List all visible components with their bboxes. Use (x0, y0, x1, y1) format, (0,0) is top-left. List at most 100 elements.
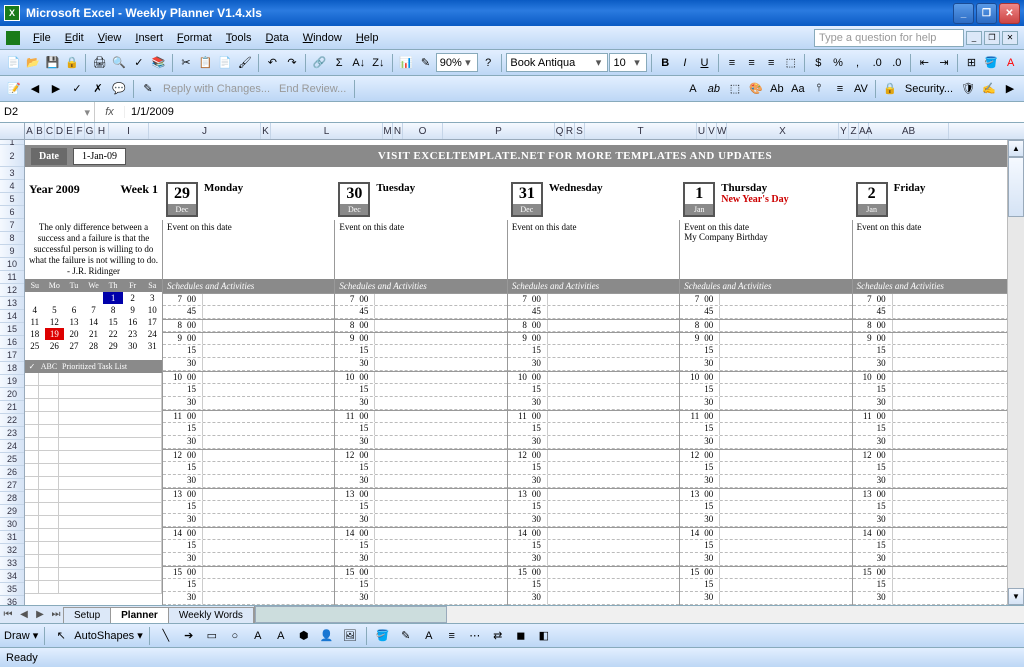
font-color-draw-button[interactable]: A (419, 626, 439, 646)
worksheet-content[interactable]: Date 1-Jan-09 VISIT EXCELTEMPLATE.NET FO… (25, 140, 1024, 605)
copy-button[interactable]: 📋 (196, 53, 215, 73)
increase-decimal-button[interactable]: .0 (868, 53, 887, 73)
diagram-button[interactable]: ⬢ (294, 626, 314, 646)
event-cell-thursday[interactable]: Event on this date My Company Birthday (679, 220, 851, 279)
task-row[interactable] (25, 425, 162, 438)
row-header-29[interactable]: 29 (0, 505, 24, 518)
gallery-button[interactable]: ⬚ (725, 79, 745, 99)
row-header-24[interactable]: 24 (0, 440, 24, 453)
clipart-button[interactable]: 👤 (317, 626, 337, 646)
fx-icon[interactable]: fx (95, 106, 125, 118)
currency-button[interactable]: $ (809, 53, 828, 73)
arrow-button[interactable]: ➔ (179, 626, 199, 646)
textbox-button[interactable]: A (248, 626, 268, 646)
row-header-4[interactable]: 4 (0, 180, 24, 193)
col-header-T[interactable]: T (585, 123, 697, 139)
row-header-2[interactable]: 2 (0, 145, 24, 167)
sort-asc-button[interactable]: A↓ (349, 53, 368, 73)
row-header-16[interactable]: 16 (0, 336, 24, 349)
borders-button[interactable]: ⊞ (962, 53, 981, 73)
schedule-column-tuesday[interactable]: 7004580090015301000153011001530120015301… (334, 293, 506, 605)
horizontal-scrollbar[interactable] (254, 606, 1024, 623)
task-row[interactable] (25, 412, 162, 425)
tab-prev-button[interactable]: ◀ (16, 609, 32, 620)
security-button[interactable]: Security... (901, 83, 957, 95)
row-header-35[interactable]: 35 (0, 583, 24, 596)
decrease-decimal-button[interactable]: .0 (887, 53, 906, 73)
row-header-8[interactable]: 8 (0, 232, 24, 245)
event-cell-wednesday[interactable]: Event on this date (507, 220, 679, 279)
scroll-thumb[interactable] (1008, 157, 1024, 217)
bold-button[interactable]: B (656, 53, 675, 73)
print-button[interactable]: 🖨 (90, 53, 109, 73)
worksheet-area[interactable]: 1234567891011121314151617181920212223242… (0, 140, 1024, 605)
row-header-5[interactable]: 5 (0, 193, 24, 206)
row-header-33[interactable]: 33 (0, 557, 24, 570)
format-painter-button[interactable]: 🖌 (236, 53, 255, 73)
task-row[interactable] (25, 373, 162, 386)
menu-view[interactable]: View (91, 29, 129, 47)
task-row[interactable] (25, 477, 162, 490)
scroll-up-button[interactable]: ▲ (1008, 140, 1024, 157)
schedule-column-monday[interactable]: 7004580090015301000153011001530120015301… (162, 293, 334, 605)
col-header-Q[interactable]: Q (555, 123, 565, 139)
font-name-select[interactable]: Book Antiqua▾ (506, 53, 608, 72)
underline-button[interactable]: U (695, 53, 714, 73)
row-header-9[interactable]: 9 (0, 245, 24, 258)
row-header-21[interactable]: 21 (0, 401, 24, 414)
row-header-23[interactable]: 23 (0, 427, 24, 440)
alignment-button[interactable]: ≡ (830, 79, 850, 99)
increase-indent-button[interactable]: ⇥ (935, 53, 954, 73)
draw-menu[interactable]: Draw ▾ (4, 629, 38, 642)
rectangle-button[interactable]: ▭ (202, 626, 222, 646)
end-review-button[interactable]: End Review... (275, 83, 350, 95)
col-header-V[interactable]: V (707, 123, 717, 139)
shadow-button[interactable]: ◼ (511, 626, 531, 646)
line-color-button[interactable]: ✎ (396, 626, 416, 646)
row-header-30[interactable]: 30 (0, 518, 24, 531)
vb-button[interactable]: ▶ (1000, 79, 1020, 99)
menu-edit[interactable]: Edit (58, 29, 91, 47)
sheet-tab-setup[interactable]: Setup (63, 607, 111, 623)
reject-button[interactable]: ✗ (88, 79, 108, 99)
event-cell-monday[interactable]: Event on this date (162, 220, 334, 279)
date-value-cell[interactable]: 1-Jan-09 (73, 148, 126, 165)
row-header-20[interactable]: 20 (0, 388, 24, 401)
row-header-22[interactable]: 22 (0, 414, 24, 427)
col-header-AA[interactable]: AA (859, 123, 869, 139)
event-cell-tuesday[interactable]: Event on this date (334, 220, 506, 279)
show-changes-button[interactable]: 📝 (4, 79, 24, 99)
col-header-E[interactable]: E (65, 123, 75, 139)
task-row[interactable] (25, 542, 162, 555)
autosum-button[interactable]: Σ (330, 53, 349, 73)
open-button[interactable]: 📂 (24, 53, 43, 73)
row-header-12[interactable]: 12 (0, 284, 24, 297)
select-objects-button[interactable]: ↖ (51, 626, 71, 646)
fill-color-button[interactable]: 🪣 (982, 53, 1001, 73)
font-color-button[interactable]: A (1001, 53, 1020, 73)
sign-button[interactable]: ✍ (979, 79, 999, 99)
col-header-AB[interactable]: AB (869, 123, 949, 139)
drawing-button[interactable]: ✎ (416, 53, 435, 73)
hyperlink-button[interactable]: 🔗 (310, 53, 329, 73)
help-button[interactable]: ? (479, 53, 498, 73)
align-right-button[interactable]: ≡ (762, 53, 781, 73)
col-header-B[interactable]: B (35, 123, 45, 139)
doc-minimize-button[interactable]: _ (966, 31, 982, 45)
wordart-insert-button[interactable]: A (271, 626, 291, 646)
row-header-26[interactable]: 26 (0, 466, 24, 479)
schedule-column-wednesday[interactable]: 7004580090015301000153011001530120015301… (507, 293, 679, 605)
row-header-31[interactable]: 31 (0, 531, 24, 544)
col-header-K[interactable]: K (261, 123, 271, 139)
fill-color-draw-button[interactable]: 🪣 (373, 626, 393, 646)
row-header-28[interactable]: 28 (0, 492, 24, 505)
save-button[interactable]: 💾 (43, 53, 62, 73)
undo-button[interactable]: ↶ (263, 53, 282, 73)
row-header-7[interactable]: 7 (0, 219, 24, 232)
close-button[interactable]: ✕ (999, 3, 1020, 24)
3d-button[interactable]: ◧ (534, 626, 554, 646)
paste-button[interactable]: 📄 (216, 53, 235, 73)
permission-button[interactable]: 🔒 (63, 53, 82, 73)
task-row[interactable] (25, 568, 162, 581)
row-header-17[interactable]: 17 (0, 349, 24, 362)
